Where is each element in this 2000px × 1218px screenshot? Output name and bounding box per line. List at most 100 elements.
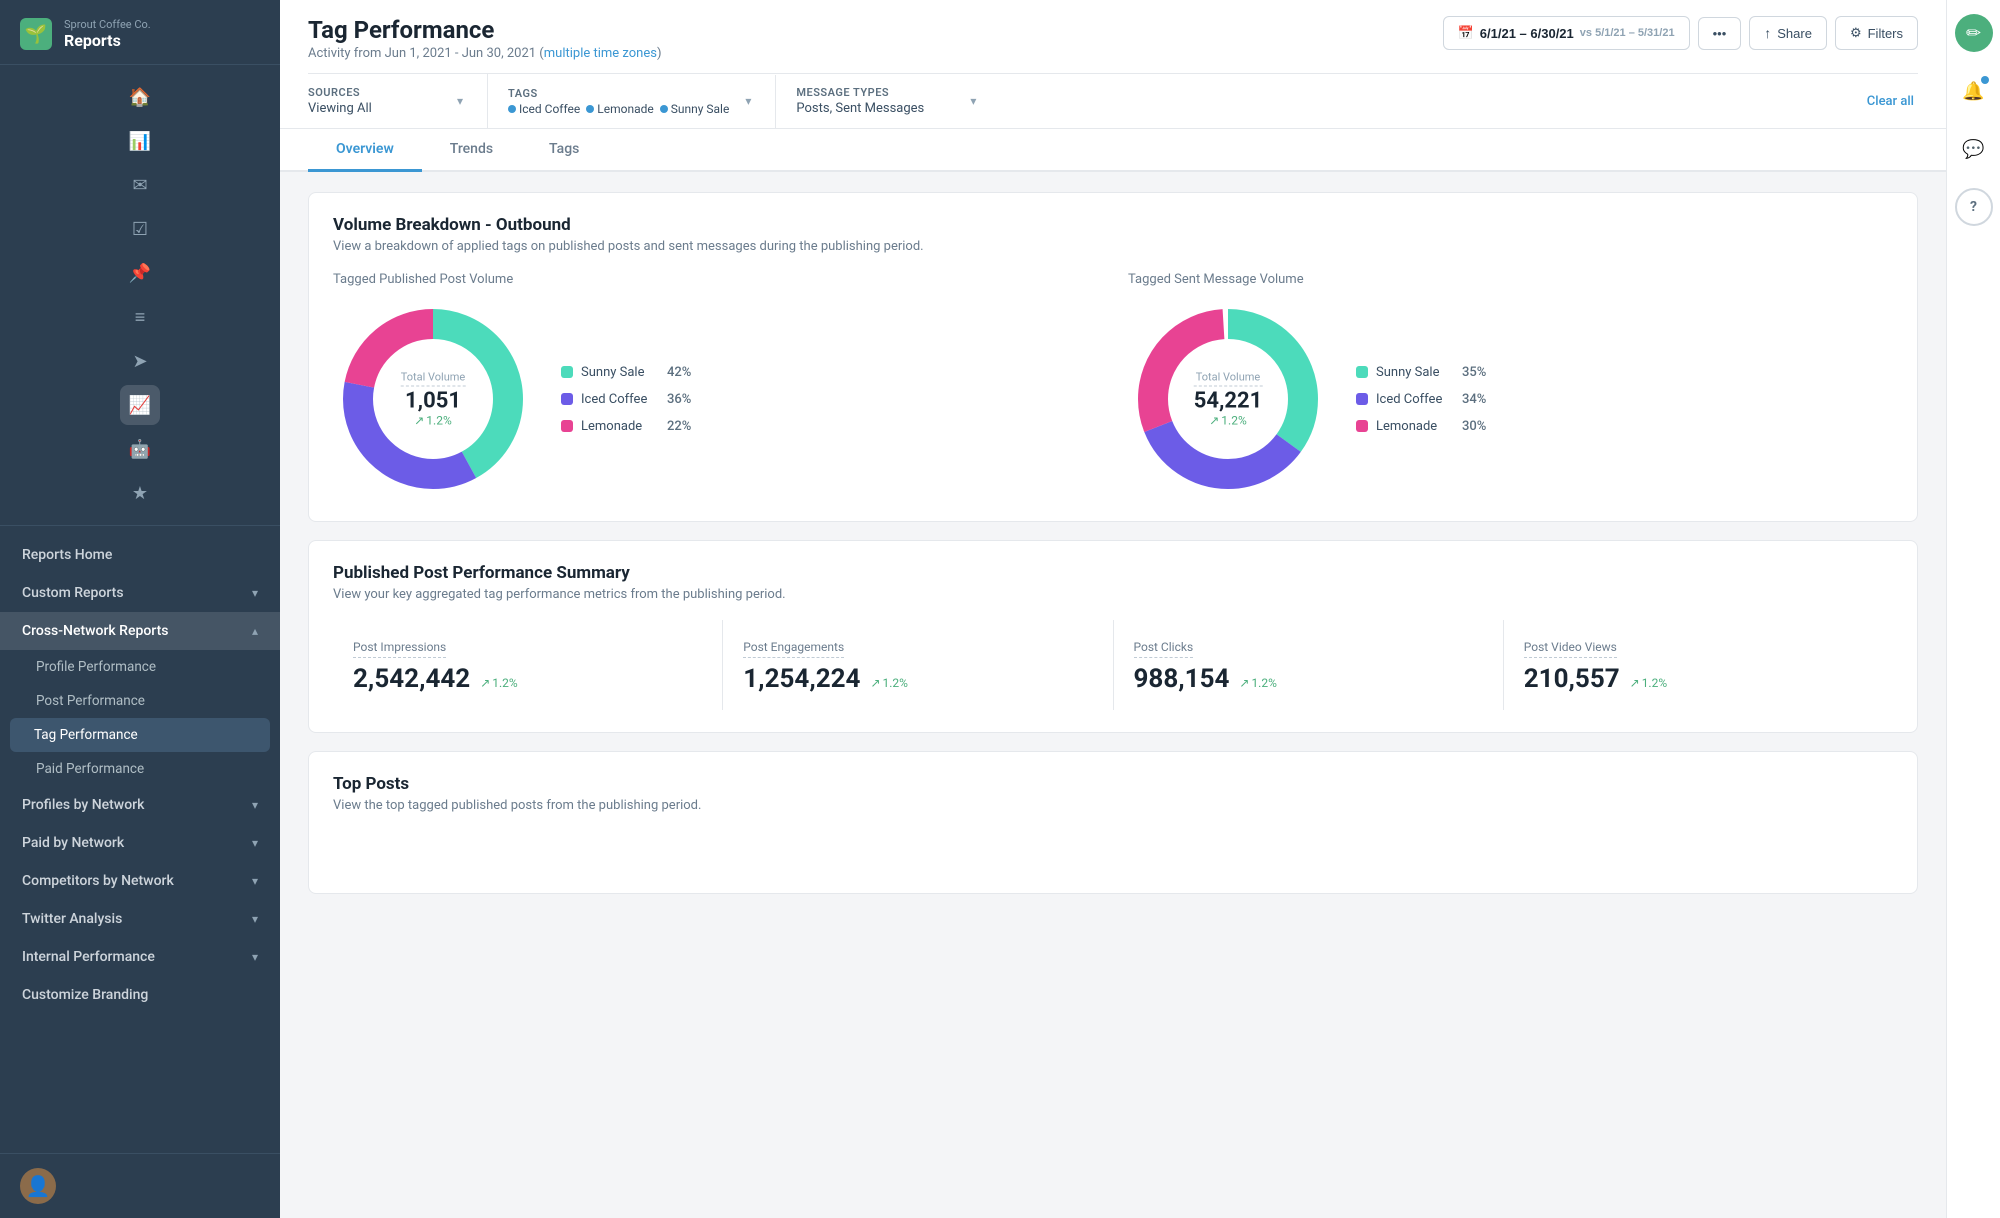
- top-posts-subtitle: View the top tagged published posts from…: [333, 798, 1893, 813]
- help-button[interactable]: ?: [1955, 188, 1993, 226]
- sidebar-item-profiles-by-network[interactable]: Profiles by Network ▾: [0, 786, 280, 824]
- chevron-icon: ▾: [252, 950, 258, 964]
- volume-breakdown-subtitle: View a breakdown of applied tags on publ…: [333, 239, 1893, 254]
- sent-volume-chart: Tagged Sent Message Volume: [1128, 272, 1893, 499]
- legend-sent-sunny-sale: Sunny Sale 35%: [1356, 365, 1486, 380]
- published-donut-center: Total Volume 1,051 ↗ 1.2%: [401, 371, 466, 428]
- timezone-link[interactable]: multiple time zones: [544, 46, 657, 61]
- legend-lemonade: Lemonade 22%: [561, 419, 691, 434]
- stat-change-impressions: ↗ 1.2%: [480, 676, 518, 690]
- legend-dot-lemonade: [561, 420, 573, 432]
- nav-icon-compose[interactable]: ✉: [120, 165, 160, 205]
- published-change: ↗ 1.2%: [401, 414, 466, 428]
- tags-chevron-icon: ▾: [745, 94, 751, 108]
- stat-post-impressions: Post Impressions 2,542,442 ↗ 1.2%: [333, 620, 723, 710]
- compose-button[interactable]: ✏: [1955, 14, 1993, 52]
- legend-sent-lemonade: Lemonade 30%: [1356, 419, 1486, 434]
- clear-all-button[interactable]: Clear all: [1867, 94, 1918, 109]
- nav-icon-home[interactable]: 🏠: [120, 77, 160, 117]
- sidebar-item-competitors-by-network[interactable]: Competitors by Network ▾: [0, 862, 280, 900]
- sent-donut: Total Volume 54,221 ↗ 1.2%: [1128, 299, 1328, 499]
- sidebar-subitem-profile-performance[interactable]: Profile Performance: [0, 650, 280, 684]
- tags-filter[interactable]: Tags Iced Coffee Lemonade Sunny Sale: [508, 75, 776, 128]
- filter-icon: ⚙: [1850, 25, 1862, 41]
- legend-sent-iced-coffee: Iced Coffee 34%: [1356, 392, 1486, 407]
- chevron-icon: ▴: [252, 624, 258, 638]
- nav-icon-campaigns[interactable]: ➤: [120, 341, 160, 381]
- legend-iced-coffee: Iced Coffee 36%: [561, 392, 691, 407]
- more-icon: •••: [1713, 26, 1727, 41]
- legend-dot-iced-coffee: [561, 393, 573, 405]
- nav-icon-publish[interactable]: 📌: [120, 253, 160, 293]
- tag-dot: [660, 105, 668, 113]
- published-volume-chart: Tagged Published Post Volume: [333, 272, 1098, 499]
- top-posts-placeholder: [333, 831, 1893, 871]
- sent-change: ↗ 1.2%: [1194, 414, 1263, 428]
- published-chart-inner: Total Volume 1,051 ↗ 1.2%: [333, 299, 1098, 499]
- sidebar-item-cross-network[interactable]: Cross-Network Reports ▴: [0, 612, 280, 650]
- page-subtitle: Activity from Jun 1, 2021 - Jun 30, 2021…: [308, 46, 662, 61]
- more-options-button[interactable]: •••: [1698, 17, 1742, 50]
- stat-post-video-views: Post Video Views 210,557 ↗ 1.2%: [1504, 620, 1893, 710]
- message-types-filter[interactable]: Message Types Posts, Sent Messages ▾: [796, 74, 976, 128]
- sidebar-subitem-post-performance[interactable]: Post Performance: [0, 684, 280, 718]
- sources-filter[interactable]: Sources Viewing All ▾: [308, 74, 488, 128]
- page-heading: Tag Performance Activity from Jun 1, 202…: [308, 16, 662, 61]
- date-range-button[interactable]: 📅 6/1/21 – 6/30/21 vs 5/1/21 – 5/31/21: [1443, 16, 1690, 50]
- stat-post-clicks: Post Clicks 988,154 ↗ 1.2%: [1114, 620, 1504, 710]
- legend-dot-sent-iced: [1356, 393, 1368, 405]
- main-content-area: Volume Breakdown - Outbound View a break…: [280, 172, 1946, 1218]
- published-summary-subtitle: View your key aggregated tag performance…: [333, 587, 1893, 602]
- sidebar-subitem-paid-performance[interactable]: Paid Performance: [0, 752, 280, 786]
- nav-icon-inbox[interactable]: ≡: [120, 297, 160, 337]
- sidebar-item-internal-performance[interactable]: Internal Performance ▾: [0, 938, 280, 976]
- header-actions: 📅 6/1/21 – 6/30/21 vs 5/1/21 – 5/31/21 •…: [1443, 16, 1918, 50]
- stat-change-clicks: ↗ 1.2%: [1239, 676, 1277, 690]
- nav-icon-premium[interactable]: ★: [120, 473, 160, 513]
- calendar-icon: 📅: [1458, 25, 1474, 41]
- published-legend: Sunny Sale 42% Iced Coffee 36% Lemonade: [561, 365, 691, 434]
- top-posts-title: Top Posts: [333, 774, 1893, 794]
- tab-trends[interactable]: Trends: [422, 129, 521, 172]
- nav-icon-tasks[interactable]: ☑: [120, 209, 160, 249]
- message-types-chevron-icon: ▾: [970, 94, 976, 108]
- company-name: Sprout Coffee Co.: [64, 18, 151, 31]
- tabs-bar: Overview Trends Tags: [280, 129, 1946, 172]
- sidebar-nav: Reports Home Custom Reports ▾ Cross-Netw…: [0, 526, 280, 1153]
- chevron-icon: ▾: [252, 586, 258, 600]
- nav-icon-listening[interactable]: 🤖: [120, 429, 160, 469]
- filters-bar: Sources Viewing All ▾ Tags Iced Coffee: [308, 73, 1918, 128]
- sources-chevron-icon: ▾: [457, 94, 463, 108]
- share-icon: ↑: [1764, 25, 1771, 41]
- share-button[interactable]: ↑ Share: [1749, 16, 1827, 50]
- user-avatar[interactable]: 👤: [20, 1168, 56, 1204]
- sidebar-subitem-tag-performance[interactable]: Tag Performance: [10, 718, 270, 752]
- page-title: Tag Performance: [308, 16, 662, 44]
- right-icon-bar: ✏ 🔔 💬 ?: [1946, 0, 2000, 1218]
- published-summary-card: Published Post Performance Summary View …: [308, 540, 1918, 733]
- sent-legend: Sunny Sale 35% Iced Coffee 34% Lemonade: [1356, 365, 1486, 434]
- tab-overview[interactable]: Overview: [308, 129, 422, 172]
- sidebar-item-reports-home[interactable]: Reports Home: [0, 536, 280, 574]
- sidebar-item-customize-branding[interactable]: Customize Branding: [0, 976, 280, 1014]
- nav-icon-reports[interactable]: 📊: [120, 121, 160, 161]
- nav-icon-analytics[interactable]: 📈: [120, 385, 160, 425]
- sidebar-item-custom-reports[interactable]: Custom Reports ▾: [0, 574, 280, 612]
- tag-dot: [586, 105, 594, 113]
- filters-button[interactable]: ⚙ Filters: [1835, 16, 1918, 50]
- sent-chart-inner: Total Volume 54,221 ↗ 1.2%: [1128, 299, 1893, 499]
- tag-chip-iced-coffee: Iced Coffee: [508, 102, 580, 116]
- sidebar-item-paid-by-network[interactable]: Paid by Network ▾: [0, 824, 280, 862]
- sidebar-item-twitter-analysis[interactable]: Twitter Analysis ▾: [0, 900, 280, 938]
- tab-tags[interactable]: Tags: [521, 129, 607, 172]
- chevron-icon: ▾: [252, 912, 258, 926]
- stat-change-video: ↗ 1.2%: [1630, 676, 1668, 690]
- notifications-button[interactable]: 🔔: [1955, 72, 1993, 110]
- messages-button[interactable]: 💬: [1955, 130, 1993, 168]
- charts-row: Tagged Published Post Volume: [333, 272, 1893, 499]
- published-donut: Total Volume 1,051 ↗ 1.2%: [333, 299, 533, 499]
- volume-breakdown-card: Volume Breakdown - Outbound View a break…: [308, 192, 1918, 522]
- notification-badge: [1981, 76, 1989, 84]
- main-content: Tag Performance Activity from Jun 1, 202…: [280, 0, 1946, 1218]
- tag-chip-lemonade: Lemonade: [586, 102, 653, 116]
